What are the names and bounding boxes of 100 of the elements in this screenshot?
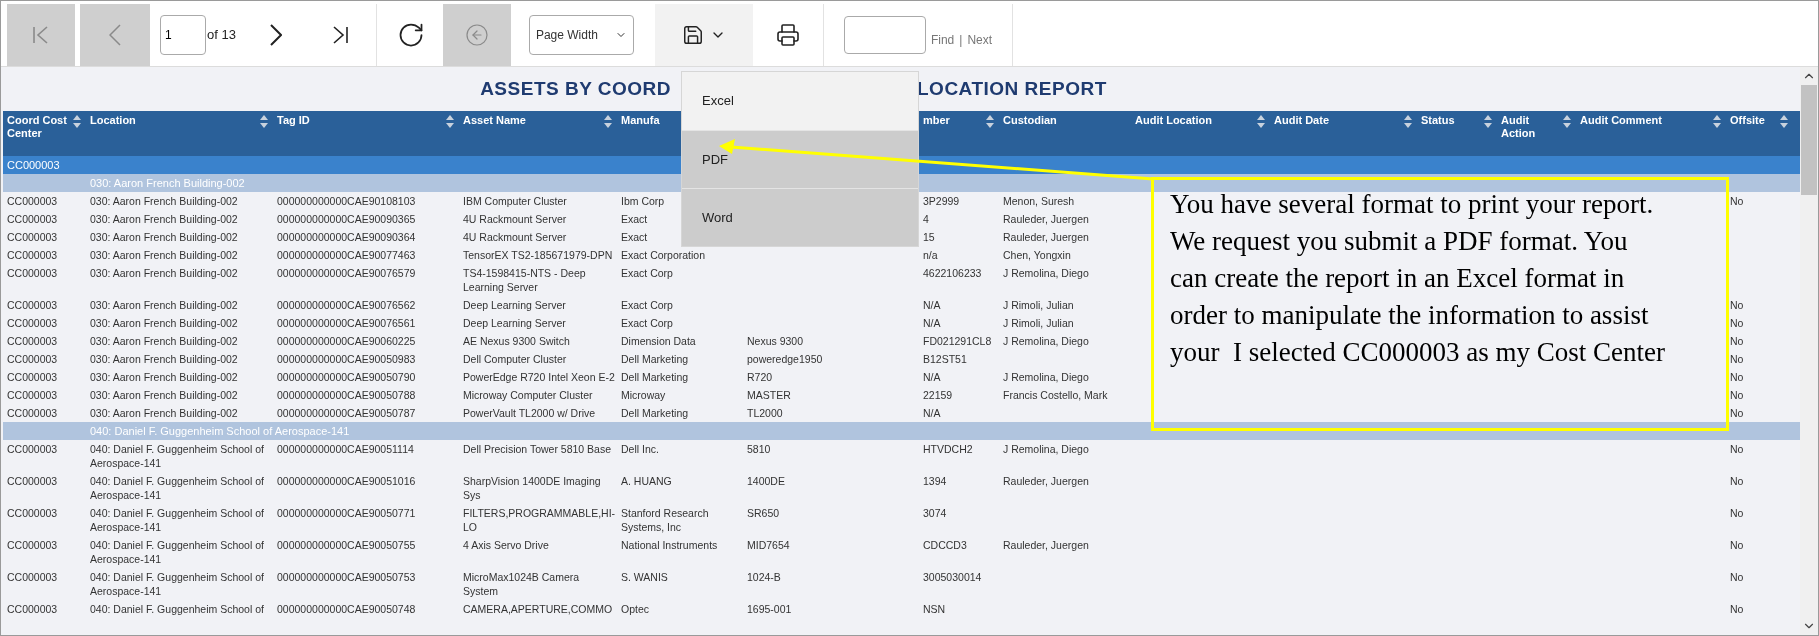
export-button[interactable]: [654, 4, 753, 66]
report-title: LOCATION REPORT: [917, 76, 1107, 101]
report-title: ASSETS BY COORD: [480, 76, 671, 101]
column-header[interactable]: Location: [90, 114, 136, 127]
table-cell: J Remolina, Diego: [1003, 266, 1089, 280]
table-cell: 22159: [923, 388, 953, 402]
table-cell: No: [1730, 406, 1744, 420]
table-cell: NSN: [923, 602, 946, 616]
callout-text: You have several format to print your report. We request you submit a PDF format. You can create the report in an Excel format in order to manipulate the information to assist your I selected CC000003 as my Cost Center: [1170, 188, 1666, 369]
find-field[interactable]: [843, 16, 926, 54]
table-cell: 000000000000CAE90051016: [277, 474, 416, 488]
group-label: 030: Aaron French Building-002: [90, 175, 245, 191]
sort-icon[interactable]: [1779, 114, 1789, 129]
table-cell: N/A: [923, 316, 941, 330]
table-cell: 1394: [923, 474, 947, 488]
sort-icon[interactable]: [259, 114, 269, 129]
column-header[interactable]: Status: [1421, 114, 1455, 127]
table-cell: 4622106233: [923, 266, 982, 280]
table-cell: 4U Rackmount Server: [463, 230, 567, 244]
column-header[interactable]: Audit Action: [1501, 114, 1562, 140]
column-header[interactable]: Audit Location: [1135, 114, 1212, 127]
column-header[interactable]: Tag ID: [277, 114, 310, 127]
table-cell: 000000000000CAE90050787: [277, 406, 416, 420]
table-cell: B12ST51: [923, 352, 967, 366]
column-header[interactable]: mber: [923, 114, 950, 127]
column-header[interactable]: Audit Comment: [1580, 114, 1662, 127]
save-icon: [681, 24, 704, 46]
table-cell: FILTERS,PROGRAMMABLE,HI-LO: [463, 506, 616, 534]
table-cell: 000000000000CAE90090364: [277, 230, 416, 244]
table-cell: CC000003: [7, 602, 58, 616]
table-cell: J Rimoli, Julian: [1003, 316, 1074, 330]
table-cell-text: 040: Daniel F. Guggenheim School of Aerospace-141: [90, 442, 265, 470]
zoom-select[interactable]: Page Width: [528, 15, 634, 55]
find-link[interactable]: Find: [930, 31, 955, 49]
scrollbar[interactable]: [1800, 67, 1818, 635]
table-cell: Exact Corp: [621, 316, 673, 330]
table-cell: 3P2999: [923, 194, 960, 208]
page-number-field[interactable]: 1: [160, 15, 206, 55]
table-cell: CC000003: [7, 194, 58, 208]
first-page-icon: [32, 25, 50, 45]
sort-icon[interactable]: [445, 114, 455, 129]
table-cell: No: [1730, 334, 1744, 348]
table-cell: Francis Costello, Mark: [1003, 388, 1108, 402]
table-cell: 3074: [923, 506, 947, 520]
table-cell: 000000000000CAE90108103: [277, 194, 416, 208]
table-cell: HTVDCH2: [923, 442, 973, 456]
table-cell: 000000000000CAE90076562: [277, 298, 416, 312]
table-cell: CC000003: [7, 538, 58, 552]
table-cell: 000000000000CAE90050753: [277, 570, 416, 584]
sort-icon[interactable]: [72, 114, 82, 129]
table-cell: CDCCD3: [923, 538, 967, 552]
table-cell: 000000000000CAE90076561: [277, 316, 416, 330]
table-cell: Rauleder, Juergen: [1003, 230, 1089, 244]
table-cell: 000000000000CAE90050790: [277, 370, 416, 384]
sort-icon[interactable]: [1403, 114, 1413, 129]
table-cell: TL2000: [747, 406, 783, 420]
table-cell: CC000003: [7, 298, 58, 312]
page-count: of 13: [207, 26, 236, 45]
column-header[interactable]: Coord Cost Center: [7, 114, 72, 140]
table-cell: CC000003: [7, 406, 58, 420]
sort-icon[interactable]: [1562, 114, 1572, 129]
table-cell: Dell Marketing: [621, 352, 689, 366]
scrollbar-thumb[interactable]: [1801, 85, 1817, 195]
table-cell: AE Nexus 9300 Switch: [463, 334, 570, 348]
link-separator: |: [959, 32, 963, 49]
table-cell: CAMERA,APERTURE,COMMO: [463, 602, 613, 616]
sort-icon[interactable]: [603, 114, 613, 129]
sort-icon[interactable]: [1483, 114, 1493, 129]
column-header[interactable]: Offsite: [1730, 114, 1765, 127]
column-header[interactable]: Audit Date: [1274, 114, 1329, 127]
table-cell: Exact: [621, 230, 648, 244]
table-cell: 030: Aaron French Building-002: [90, 212, 238, 226]
column-header[interactable]: Asset Name: [463, 114, 526, 127]
table-cell: 000000000000CAE90050771: [277, 506, 416, 520]
table-cell: No: [1730, 570, 1744, 584]
table-cell: Ibm Corp: [621, 194, 665, 208]
table-cell: Dimension Data: [621, 334, 696, 348]
table-cell: Dell Computer Cluster: [463, 352, 567, 366]
sort-icon[interactable]: [985, 114, 995, 129]
menu-item[interactable]: Excel: [682, 72, 918, 130]
column-header[interactable]: Manufa: [621, 114, 660, 127]
sort-icon[interactable]: [1712, 114, 1722, 129]
table-cell: No: [1730, 602, 1744, 616]
next-link[interactable]: Next: [967, 31, 993, 49]
table-cell: 030: Aaron French Building-002: [90, 334, 238, 348]
table-cell: 030: Aaron French Building-002: [90, 316, 238, 330]
table-cell-text: MicroMax1024B Camera System: [463, 570, 581, 598]
table-cell: No: [1730, 316, 1744, 330]
table-cell-text: 040: Daniel F. Guggenheim School of Aerospace-141: [90, 538, 265, 566]
table-cell: CC000003: [7, 230, 58, 244]
column-header[interactable]: Custodian: [1003, 114, 1057, 127]
table-cell: No: [1730, 194, 1744, 208]
table-cell: CC000003: [7, 388, 58, 402]
table-cell: PowerEdge R720 Intel Xeon E-2: [463, 370, 615, 384]
sort-icon[interactable]: [1256, 114, 1266, 129]
table-cell-text: 040: Daniel F. Guggenheim School of Aerospace-141: [90, 570, 265, 598]
table-cell: Exact Corp: [621, 266, 673, 280]
table-cell: CC000003: [7, 570, 58, 584]
table-cell: No: [1730, 474, 1744, 488]
table-cell: Dell Inc.: [621, 442, 659, 456]
